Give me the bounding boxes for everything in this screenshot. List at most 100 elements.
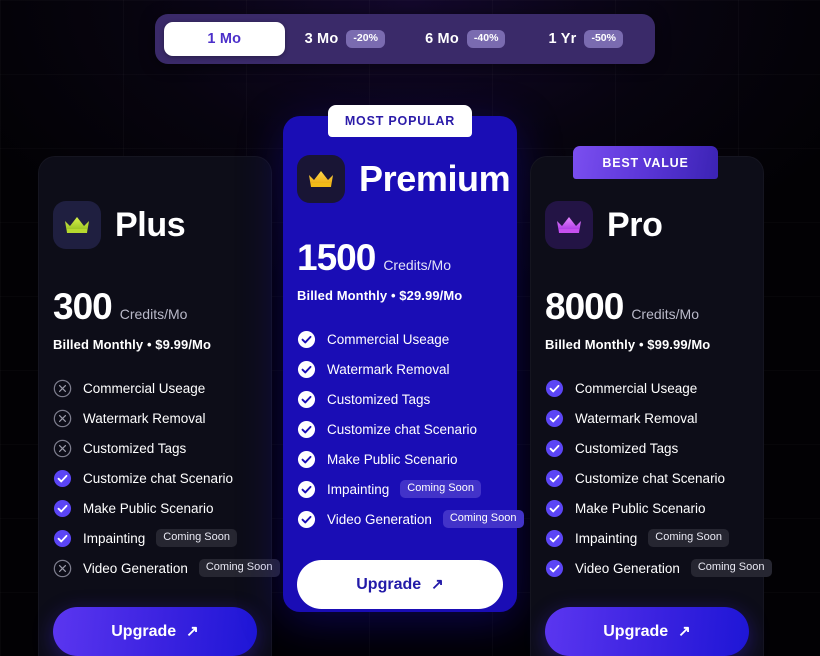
- feature-label: Customized Tags: [575, 440, 679, 456]
- coming-soon-badge: Coming Soon: [400, 480, 481, 498]
- price-row-premium: 1500 Credits/Mo: [297, 239, 503, 276]
- coming-soon-badge: Coming Soon: [648, 529, 729, 547]
- feature-label: Watermark Removal: [575, 410, 698, 426]
- feature-item: Customize chat Scenario: [545, 463, 749, 493]
- check-icon: [297, 450, 316, 468]
- feature-item: Customize chat Scenario: [297, 414, 503, 444]
- feature-label: Video Generation: [327, 511, 432, 527]
- billing-option-label: 1 Mo: [207, 31, 242, 47]
- discount-badge: -20%: [346, 30, 385, 48]
- feature-item: Video Generation Coming Soon: [297, 504, 524, 534]
- feature-item: Video Generation Coming Soon: [53, 553, 280, 583]
- check-icon: [545, 529, 564, 547]
- feature-label: Video Generation: [83, 560, 188, 576]
- check-icon: [53, 529, 72, 547]
- billing-option-3mo[interactable]: 3 Mo -20%: [285, 22, 406, 56]
- plan-name: Pro: [607, 206, 663, 244]
- billing-option-1mo[interactable]: 1 Mo: [164, 22, 285, 56]
- most-popular-badge: MOST POPULAR: [328, 105, 472, 137]
- feature-label: Customized Tags: [83, 440, 187, 456]
- pricing-card-premium: Premium 1500 Credits/Mo Billed Monthly •…: [283, 116, 524, 612]
- feature-item: Commercial Useage: [545, 373, 749, 403]
- check-icon: [297, 420, 316, 438]
- feature-item: Customized Tags: [53, 433, 257, 463]
- crown-icon-green: [53, 201, 101, 249]
- feature-label: Make Public Scenario: [83, 500, 214, 516]
- plan-name: Plus: [115, 206, 186, 244]
- billing-option-1yr[interactable]: 1 Yr -50%: [526, 22, 647, 56]
- feature-label: Watermark Removal: [83, 410, 206, 426]
- feature-label: Customize chat Scenario: [83, 470, 234, 486]
- upgrade-button-label: Upgrade: [111, 622, 177, 640]
- feature-label: Video Generation: [575, 560, 680, 576]
- feature-item: Impainting Coming Soon: [297, 474, 503, 504]
- feature-list-premium: Commercial Useage Watermark Removal Cust…: [297, 324, 524, 534]
- feature-label: Commercial Useage: [83, 380, 206, 396]
- feature-item: Make Public Scenario: [545, 493, 749, 523]
- feature-item: Video Generation Coming Soon: [545, 553, 772, 583]
- check-icon: [53, 499, 72, 517]
- coming-soon-badge: Coming Soon: [442, 510, 524, 528]
- billing-option-label: 6 Mo: [425, 31, 459, 47]
- upgrade-button-label: Upgrade: [603, 622, 669, 640]
- plan-header-premium: Premium: [297, 155, 511, 203]
- plan-header-plus: Plus: [53, 201, 257, 249]
- coming-soon-badge: Coming Soon: [198, 559, 280, 577]
- billing-option-label: 1 Yr: [548, 31, 577, 47]
- billing-line: Billed Monthly • $9.99/Mo: [53, 337, 212, 352]
- plan-name: Premium: [359, 158, 511, 199]
- feature-item: Watermark Removal: [53, 403, 257, 433]
- crown-icon-gold: [297, 155, 345, 203]
- feature-label: Commercial Useage: [575, 380, 698, 396]
- check-icon: [53, 469, 72, 487]
- check-icon: [545, 469, 564, 487]
- feature-list-pro: Commercial Useage Watermark Removal Cust…: [545, 373, 772, 583]
- feature-item: Make Public Scenario: [53, 493, 257, 523]
- credits-amount: 1500: [297, 237, 376, 278]
- price-row-pro: 8000 Credits/Mo: [545, 288, 749, 325]
- plan-header-pro: Pro: [545, 201, 749, 249]
- upgrade-button-premium[interactable]: Upgrade ↗: [297, 560, 503, 609]
- feature-label: Commercial Useage: [327, 331, 450, 347]
- billing-option-6mo[interactable]: 6 Mo -40%: [405, 22, 526, 56]
- best-value-badge: BEST VALUE: [573, 146, 718, 179]
- cross-icon: [53, 409, 72, 427]
- feature-label: Customized Tags: [327, 391, 431, 407]
- pricing-page: 1 Mo 3 Mo -20% 6 Mo -40% 1 Yr -50% Plus …: [0, 0, 820, 656]
- billing-option-label: 3 Mo: [304, 31, 339, 47]
- feature-item: Make Public Scenario: [297, 444, 503, 474]
- feature-label: Make Public Scenario: [575, 500, 706, 516]
- cross-icon: [53, 559, 72, 577]
- upgrade-button-pro[interactable]: Upgrade ↗: [545, 607, 749, 656]
- price-row-plus: 300 Credits/Mo: [53, 288, 257, 325]
- feature-item: Commercial Useage: [297, 324, 503, 354]
- check-icon: [545, 499, 564, 517]
- cross-icon: [53, 379, 72, 397]
- credits-unit: Credits/Mo: [119, 306, 188, 322]
- upgrade-button-plus[interactable]: Upgrade ↗: [53, 607, 257, 656]
- pricing-card-pro: Pro 8000 Credits/Mo Billed Monthly • $99…: [530, 156, 772, 656]
- arrow-up-right-icon: ↗: [431, 576, 444, 593]
- feature-label: Impainting: [575, 530, 638, 546]
- check-icon: [545, 379, 564, 397]
- feature-label: Customize chat Scenario: [327, 421, 478, 437]
- feature-list-plus: Commercial Useage Watermark Removal Cust…: [53, 373, 280, 583]
- feature-item: Customized Tags: [297, 384, 503, 414]
- feature-item: Customize chat Scenario: [53, 463, 257, 493]
- cross-icon: [53, 439, 72, 457]
- billing-line: Billed Monthly • $29.99/Mo: [297, 288, 463, 303]
- credits-unit: Credits/Mo: [383, 257, 451, 273]
- check-icon: [297, 360, 316, 378]
- feature-item: Watermark Removal: [545, 403, 749, 433]
- feature-label: Customize chat Scenario: [575, 470, 726, 486]
- feature-item: Impainting Coming Soon: [545, 523, 749, 553]
- feature-label: Impainting: [83, 530, 146, 546]
- billing-period-toggle[interactable]: 1 Mo 3 Mo -20% 6 Mo -40% 1 Yr -50%: [155, 14, 655, 64]
- coming-soon-badge: Coming Soon: [690, 559, 772, 577]
- check-icon: [297, 480, 316, 498]
- pricing-card-plus: Plus 300 Credits/Mo Billed Monthly • $9.…: [38, 156, 280, 656]
- crown-icon-purple: [545, 201, 593, 249]
- feature-item: Watermark Removal: [297, 354, 503, 384]
- check-icon: [297, 390, 316, 408]
- credits-amount: 300: [53, 286, 113, 327]
